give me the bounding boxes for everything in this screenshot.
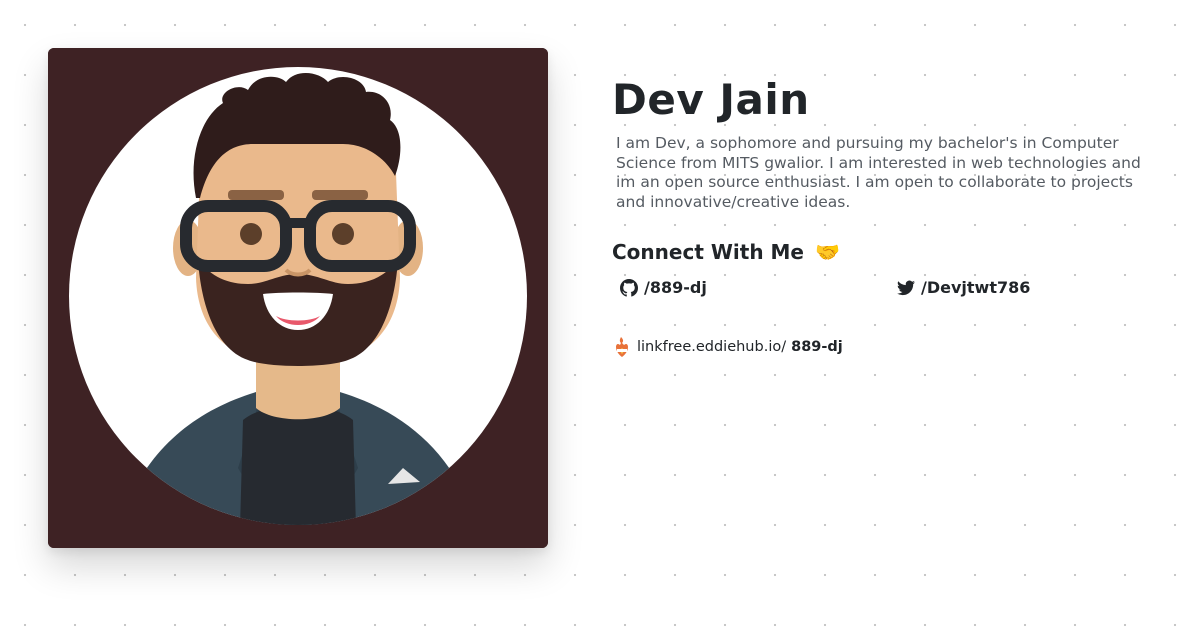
twitter-link[interactable]: /Devjtwt786 — [897, 278, 1030, 297]
profile-name: Dev Jain — [612, 75, 810, 124]
github-link[interactable]: /889-dj — [620, 278, 707, 297]
social-links: /889-dj /Devjtwt786 — [612, 278, 1152, 308]
avatar-image — [48, 48, 548, 548]
linkfree-logo-icon — [616, 337, 628, 357]
connect-heading: Connect With Me 🤝 — [612, 238, 1152, 266]
connect-heading-text: Connect With Me — [612, 240, 804, 264]
profile-bio: I am Dev, a sophomore and pursuing my ba… — [616, 134, 1141, 211]
handshake-icon: 🤝 — [814, 240, 840, 264]
github-icon — [620, 278, 638, 297]
profile-info: Dev Jain I am Dev, a sophomore and pursu… — [612, 72, 1152, 358]
avatar-card — [48, 48, 548, 548]
linkfree-link[interactable]: linkfree.eddiehub.io/ 889-dj — [612, 336, 1152, 358]
linkfree-prefix: linkfree.eddiehub.io/ — [637, 339, 787, 355]
twitter-icon — [897, 280, 915, 295]
github-label: /889-dj — [644, 278, 707, 297]
twitter-label: /Devjtwt786 — [921, 278, 1031, 297]
linkfree-handle: 889-dj — [791, 339, 843, 355]
